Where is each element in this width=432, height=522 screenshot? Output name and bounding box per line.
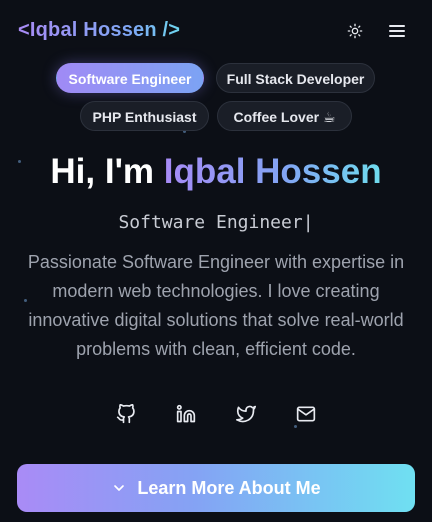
hero-bio: Passionate Software Engineer with expert… [27,252,405,359]
typing-caret: | [302,212,314,233]
typed-role-text: Software Engineer [118,212,303,233]
site-logo[interactable]: <Iqbal Hossen /> [18,19,180,42]
portfolio-page: <Iqbal Hossen /> Software Engineer Full … [0,0,432,522]
twitter-icon [236,405,256,423]
hero-name: Iqbal Hossen [163,152,382,191]
learn-more-button[interactable]: Learn More About Me [17,464,415,512]
linkedin-icon [176,404,196,423]
theme-toggle-button[interactable] [343,19,367,43]
menu-icon [389,25,405,37]
menu-button[interactable] [385,19,409,43]
linkedin-link[interactable] [174,402,198,426]
site-header: <Iqbal Hossen /> [0,0,432,62]
github-link[interactable] [114,402,138,426]
learn-more-label: Learn More About Me [137,477,321,498]
tag-software-engineer[interactable]: Software Engineer [56,63,204,93]
greeting-prefix: Hi, I'm [50,152,164,191]
tag-coffee-lover[interactable]: Coffee Lover ☕ [217,101,352,131]
chevron-down-icon [114,485,125,491]
mail-icon [296,406,316,422]
twitter-link[interactable] [234,402,258,426]
tag-full-stack-developer[interactable]: Full Stack Developer [216,63,375,93]
github-icon [116,404,135,424]
tag-php-enthusiast[interactable]: PHP Enthusiast [80,101,209,131]
typed-role: Software Engineer| [0,212,432,233]
hero-heading: Hi, I'm Iqbal Hossen [0,152,432,192]
email-link[interactable] [294,402,318,426]
sun-icon [347,23,363,39]
